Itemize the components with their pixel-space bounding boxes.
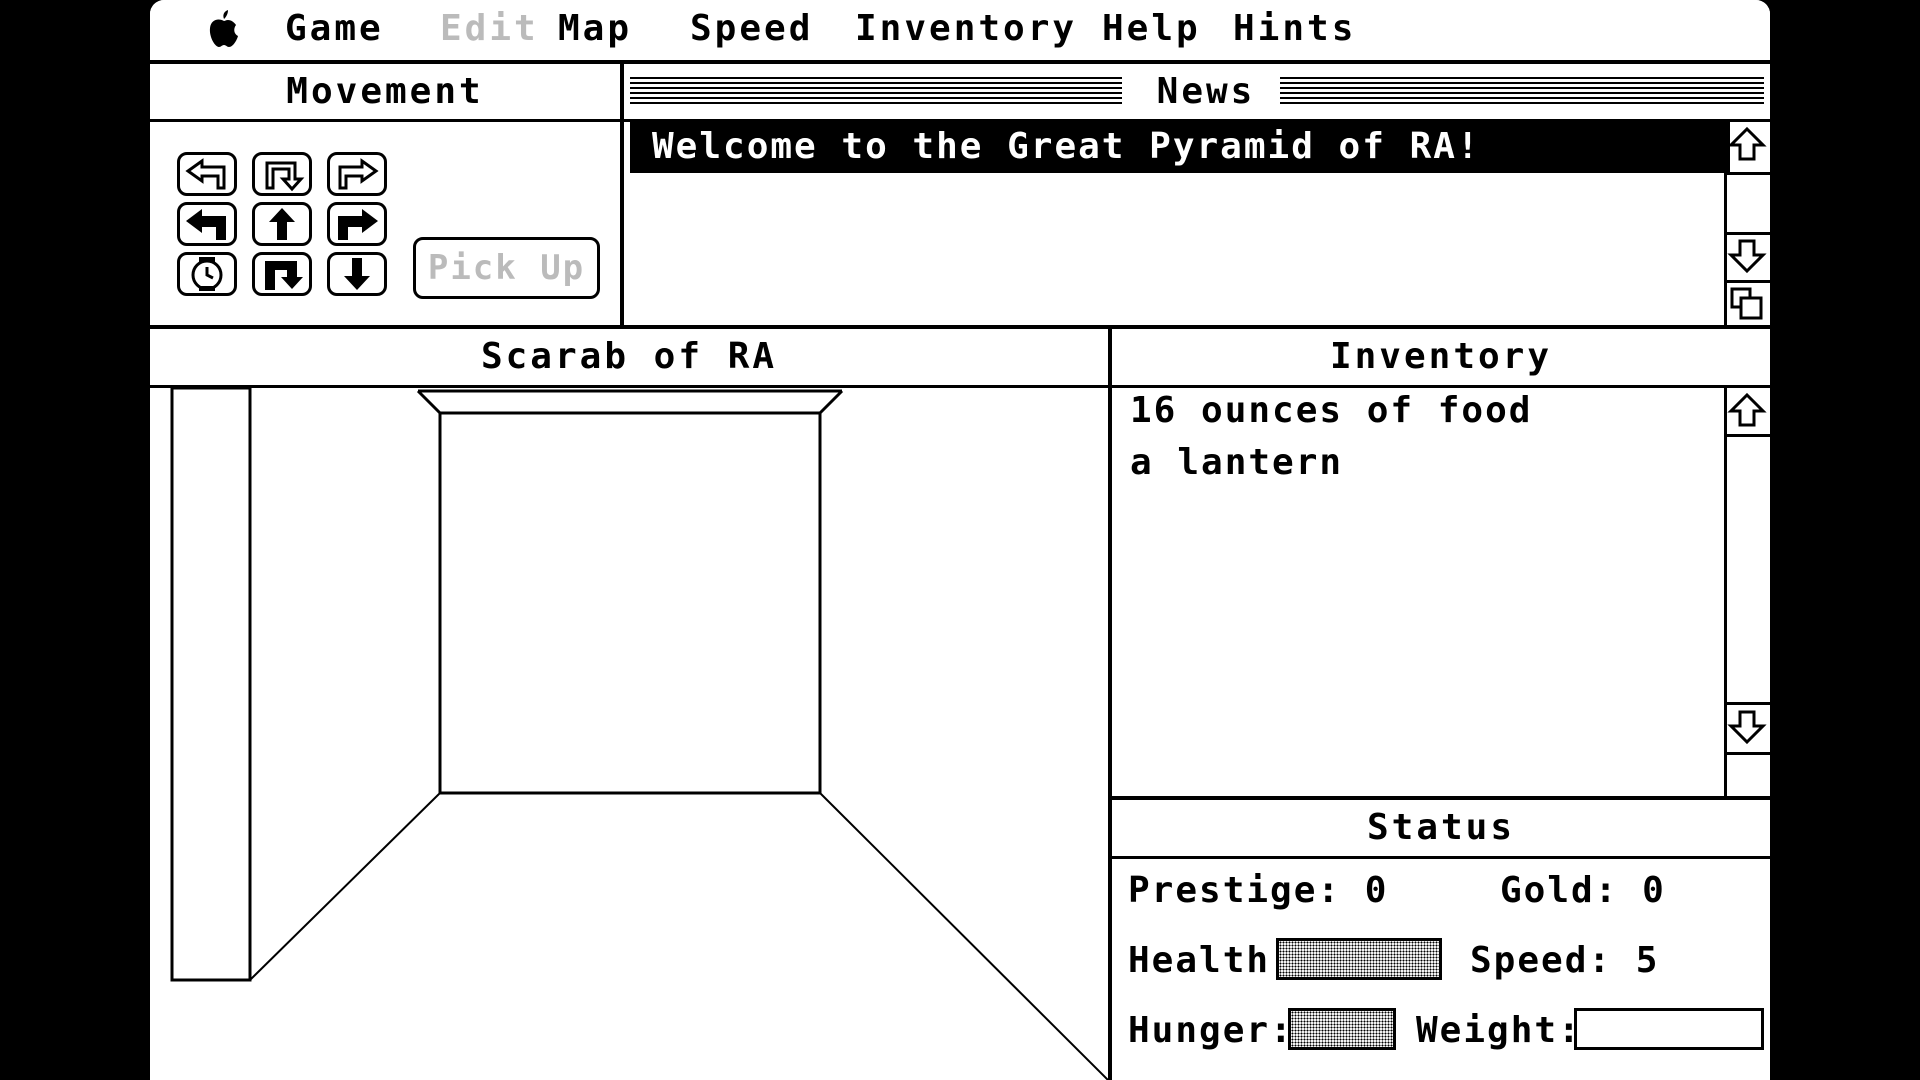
news-message: Welcome to the Great Pyramid of RA! xyxy=(630,121,1730,173)
menu-bar: Game Edit Map Speed Inventory Help Hints xyxy=(150,0,1770,64)
speed-value: 5 xyxy=(1635,940,1660,981)
apple-menu-icon[interactable] xyxy=(208,10,240,48)
u-turn-button[interactable] xyxy=(252,252,312,296)
hunger-bar-fill xyxy=(1291,1011,1393,1047)
hunger-label: Hunger: xyxy=(1128,1010,1294,1051)
news-resize-icon[interactable] xyxy=(1727,284,1767,324)
backward-icon xyxy=(344,258,370,290)
view-inventory-divider xyxy=(1108,329,1112,1080)
turn-left-outline-button[interactable] xyxy=(177,152,237,196)
health-bar-fill xyxy=(1279,941,1439,977)
turn-left-outline-icon xyxy=(185,158,226,190)
weight-bar xyxy=(1574,1008,1764,1050)
movement-title: Movement xyxy=(150,64,620,122)
menu-speed[interactable]: Speed xyxy=(690,8,813,49)
title-stripes-left xyxy=(630,77,1122,105)
left-pillar xyxy=(170,388,252,982)
news-scroll-down-icon[interactable] xyxy=(1727,235,1767,275)
weight-label: Weight: xyxy=(1416,1010,1582,1051)
menu-edit: Edit xyxy=(440,8,539,49)
dungeon-corridor-view xyxy=(170,388,1108,1080)
health-label: Health: xyxy=(1128,940,1294,981)
prestige-value: 0 xyxy=(1364,870,1389,911)
gold-value: 0 xyxy=(1642,870,1666,911)
turn-right-icon xyxy=(338,209,378,240)
inventory-scroll-sep-top xyxy=(1727,434,1770,437)
view-title: Scarab of RA xyxy=(150,329,1108,388)
status-title: Status xyxy=(1112,800,1770,859)
inventory-scroll-sep-end xyxy=(1727,752,1770,755)
inventory-item[interactable]: 16 ounces of food xyxy=(1130,390,1532,431)
speed-stat: Speed: 5 xyxy=(1470,940,1659,981)
news-titlebar: News xyxy=(624,64,1770,122)
hunger-bar xyxy=(1288,1008,1396,1050)
speed-label: Speed: xyxy=(1470,940,1613,981)
turn-left-button[interactable] xyxy=(177,202,237,246)
inventory-scroll-up-icon[interactable] xyxy=(1727,391,1767,431)
inventory-item[interactable]: a lantern xyxy=(1130,442,1343,483)
forward-button[interactable] xyxy=(252,202,312,246)
inventory-scroll-sep-bottom xyxy=(1727,702,1770,705)
inventory-scroll-down-icon[interactable] xyxy=(1727,706,1767,746)
news-scroll-up-icon[interactable] xyxy=(1727,125,1767,165)
wait-clock-icon xyxy=(191,257,223,291)
pick-up-button: Pick Up xyxy=(413,237,600,299)
news-title: News xyxy=(1136,64,1276,119)
game-screen: Game Edit Map Speed Inventory Help Hints… xyxy=(150,0,1770,1080)
menu-inventory[interactable]: Inventory xyxy=(855,8,1077,49)
backward-button[interactable] xyxy=(327,252,387,296)
prestige-stat: Prestige: 0 xyxy=(1128,870,1388,911)
forward-icon xyxy=(269,208,295,240)
gold-stat: Gold: 0 xyxy=(1500,870,1666,911)
menu-game[interactable]: Game xyxy=(285,8,384,49)
news-scroll-sep-top xyxy=(1727,172,1770,175)
prestige-label: Prestige: xyxy=(1128,870,1342,911)
turn-left-icon xyxy=(186,209,226,240)
news-grow-sep xyxy=(1727,280,1770,283)
wait-button[interactable] xyxy=(177,252,237,296)
turn-right-outline-button[interactable] xyxy=(327,152,387,196)
u-turn-icon xyxy=(265,261,303,290)
u-turn-outline-icon xyxy=(265,161,305,192)
menu-map[interactable]: Map xyxy=(558,8,632,49)
u-turn-outline-button[interactable] xyxy=(252,152,312,196)
title-stripes-right xyxy=(1280,77,1764,105)
inventory-title: Inventory xyxy=(1112,329,1770,388)
menu-hints[interactable]: Hints xyxy=(1233,8,1356,49)
turn-right-button[interactable] xyxy=(327,202,387,246)
menu-help[interactable]: Help xyxy=(1102,8,1201,49)
far-wall xyxy=(438,411,822,795)
turn-right-outline-icon xyxy=(338,158,379,190)
gold-label: Gold: xyxy=(1500,870,1619,911)
health-bar xyxy=(1276,938,1442,980)
